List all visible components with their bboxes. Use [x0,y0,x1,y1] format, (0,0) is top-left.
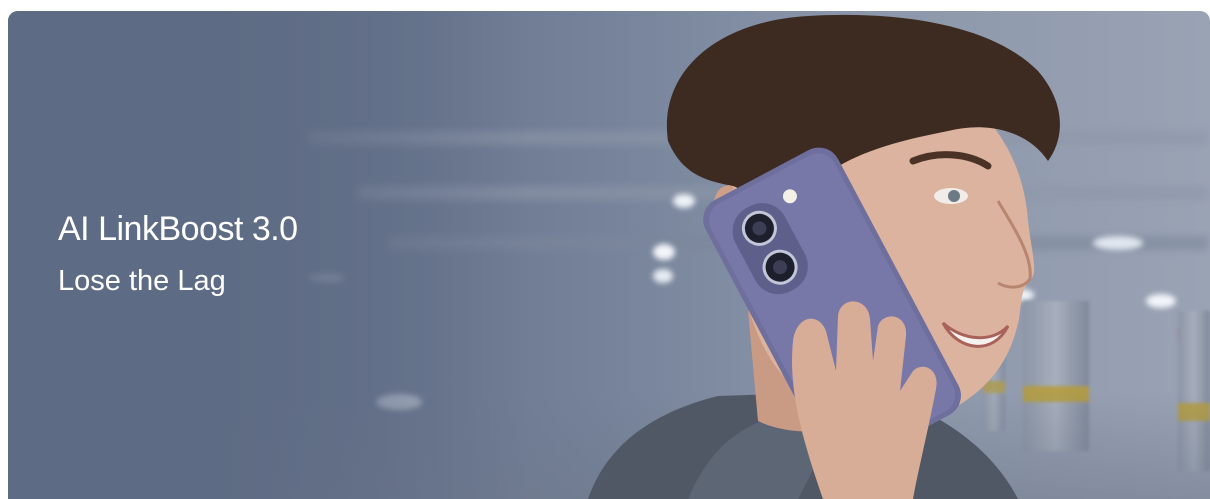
banner-headline: AI LinkBoost 3.0 [58,210,298,248]
banner-subline: Lose the Lag [58,265,226,297]
person-with-phone-illustration [588,14,1060,499]
hero-banner[interactable]: AI LinkBoost 3.0 Lose the Lag [8,11,1210,499]
banner-copy: AI LinkBoost 3.0 Lose the Lag [58,209,298,299]
